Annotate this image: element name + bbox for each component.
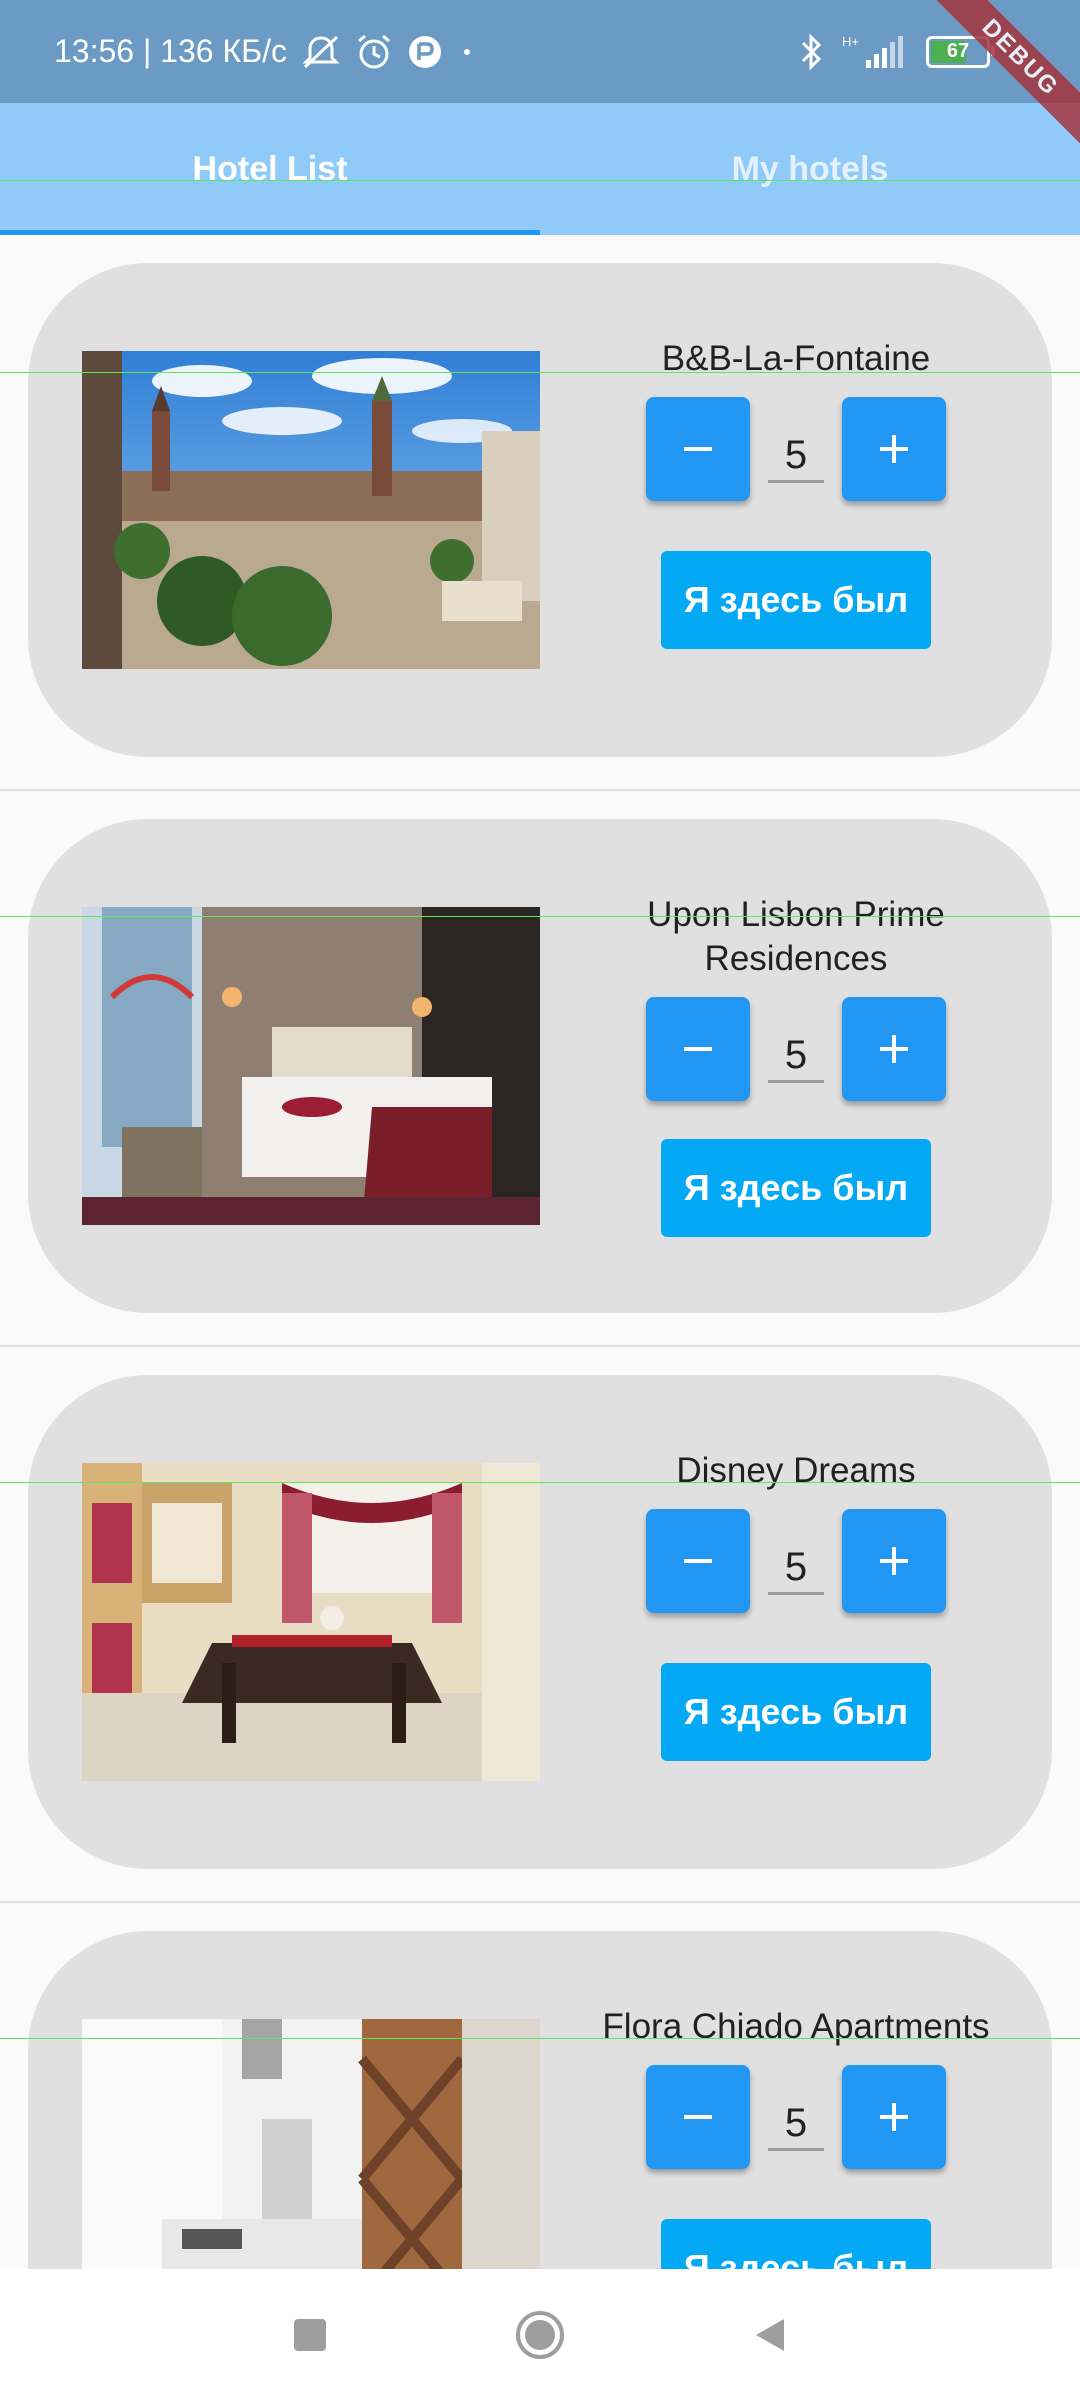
visited-button[interactable]: Я здесь был [661,1139,931,1237]
visited-button[interactable]: Я здесь был [661,2219,931,2269]
list-item: Disney Dreams 5 Я здесь был [0,1347,1080,1903]
circle-icon [516,2310,564,2359]
decrement-button[interactable] [646,2065,750,2169]
visited-button[interactable]: Я здесь был [661,551,931,649]
count-stepper: 5 [568,2065,1024,2169]
tab-hotel-list[interactable]: Hotel List [0,103,540,235]
count-value[interactable]: 5 [768,2101,824,2151]
list-item: Flora Chiado Apartments 5 Я здесь был [0,1903,1080,2269]
hotel-info: Disney Dreams 5 Я здесь был [568,1435,1024,1761]
hotel-name: Upon Lisbon Prime Residences [647,895,945,978]
count-stepper: 5 [568,397,1024,501]
hotel-info: Flora Chiado Apartments 5 Я здесь был [568,1991,1024,2269]
mute-icon [301,34,341,70]
hotel-card: Disney Dreams 5 Я здесь был [28,1375,1052,1869]
minus-icon [684,1047,712,1051]
tab-bar: Hotel List My hotels [0,103,1080,235]
tab-hotel-list-label: Hotel List [192,149,348,188]
minus-icon [684,2115,712,2119]
hotel-photo [82,2019,540,2269]
increment-button[interactable] [842,997,946,1101]
tab-my-hotels-label: My hotels [731,149,889,188]
count-stepper: 5 [568,1509,1024,1613]
square-icon [294,2318,326,2351]
app-notification-icon [407,34,443,70]
hotel-list[interactable]: B&B-La-Fontaine 5 Я здесь был Upon Lisbo… [0,235,1080,2269]
hotel-card: Flora Chiado Apartments 5 Я здесь был [28,1931,1052,2269]
minus-icon [684,447,712,451]
hotel-name: B&B-La-Fontaine [661,339,931,378]
back-button[interactable] [740,2305,800,2365]
signal-icon: H+ [842,32,908,72]
system-nav-bar [0,2269,1080,2400]
hotel-photo [82,351,540,669]
alarm-icon [355,33,393,71]
hotel-info: Upon Lisbon Prime Residences 5 Я здесь б… [568,879,1024,1237]
count-stepper: 5 [568,997,1024,1101]
bluetooth-icon [800,32,824,71]
plus-icon [880,1035,908,1063]
back-triangle-icon [756,2318,784,2351]
list-item: Upon Lisbon Prime Residences 5 Я здесь б… [0,791,1080,1347]
visited-button[interactable]: Я здесь был [661,1663,931,1761]
decrement-button[interactable] [646,397,750,501]
count-value[interactable]: 5 [768,1033,824,1083]
hotel-name: Disney Dreams [676,1451,916,1490]
count-value[interactable]: 5 [768,433,824,483]
status-time: 13:56 | 136 КБ/с [54,33,287,69]
recents-button[interactable] [280,2305,340,2365]
decrement-button[interactable] [646,1509,750,1613]
network-type-label: H+ [842,34,859,49]
minus-icon [684,1559,712,1563]
tab-my-hotels[interactable]: My hotels [540,103,1080,235]
status-bar: 13:56 | 136 КБ/с H+ 67 DEBUG [0,0,1080,163]
hotel-photo [82,907,540,1225]
increment-button[interactable] [842,2065,946,2169]
list-item: B&B-La-Fontaine 5 Я здесь был [0,235,1080,791]
app-screen: 13:56 | 136 КБ/с H+ 67 DEBUG Hotel List … [0,0,1080,2400]
hotel-name: Flora Chiado Apartments [602,2007,990,2046]
increment-button[interactable] [842,1509,946,1613]
count-value[interactable]: 5 [768,1545,824,1595]
plus-icon [880,1547,908,1575]
plus-icon [880,2103,908,2131]
hotel-photo [82,1463,540,1781]
hotel-info: B&B-La-Fontaine 5 Я здесь был [568,323,1024,649]
hotel-card: B&B-La-Fontaine 5 Я здесь был [28,263,1052,757]
home-button[interactable] [510,2305,570,2365]
increment-button[interactable] [842,397,946,501]
hotel-card: Upon Lisbon Prime Residences 5 Я здесь б… [28,819,1052,1313]
status-left: 13:56 | 136 КБ/с [54,0,477,103]
decrement-button[interactable] [646,997,750,1101]
dot-icon [457,42,477,62]
plus-icon [880,435,908,463]
battery-level: 67 [946,40,970,62]
